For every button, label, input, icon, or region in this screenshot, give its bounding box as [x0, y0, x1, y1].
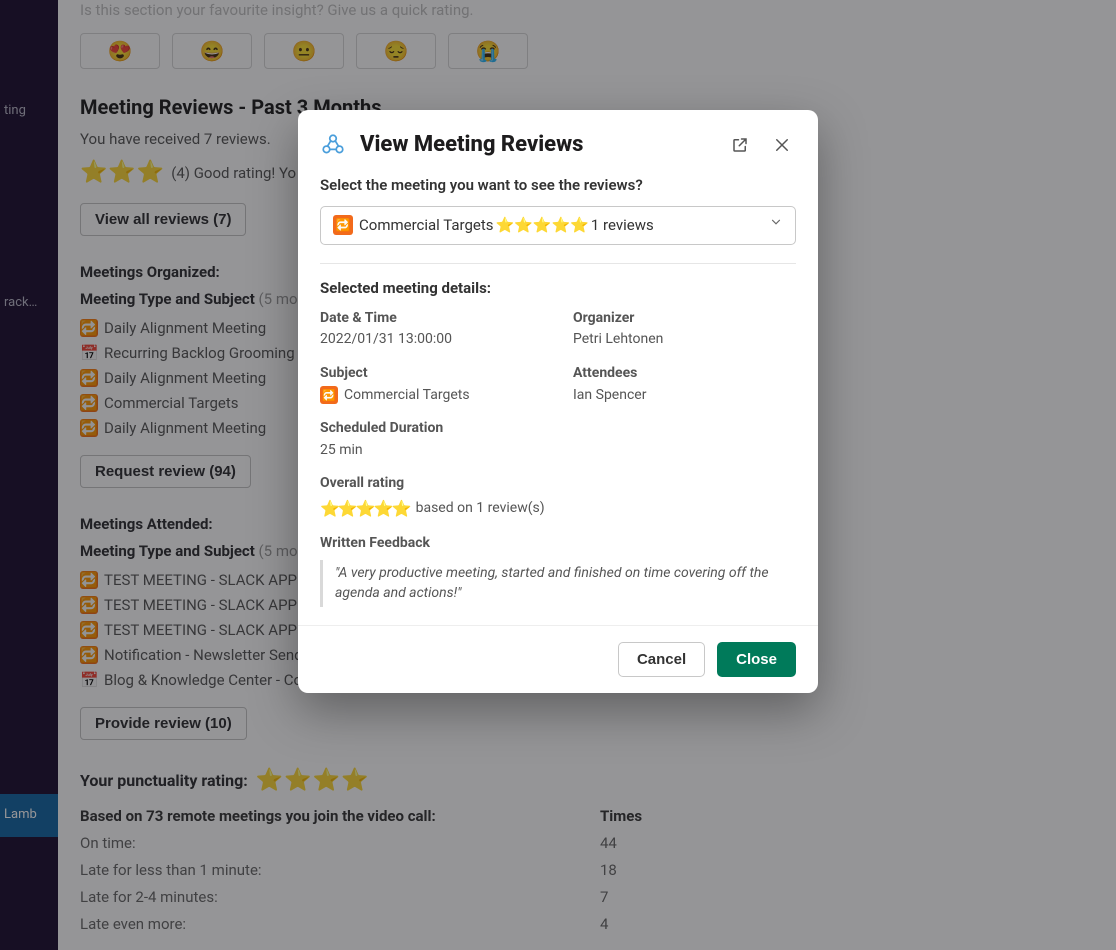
recurring-icon: 🔁: [333, 215, 353, 235]
selected-details-heading: Selected meeting details:: [320, 278, 796, 299]
cancel-button[interactable]: Cancel: [618, 642, 705, 677]
feedback-label: Written Feedback: [320, 534, 796, 554]
app-logo-icon: [320, 132, 346, 158]
close-button[interactable]: Close: [717, 642, 796, 677]
modal-overlay[interactable]: View Meeting Reviews Select the meeting …: [0, 0, 1116, 950]
subject-value: 🔁 Commercial Targets: [320, 386, 543, 406]
overall-rating-text: based on 1 review(s): [416, 499, 545, 519]
subject-label: Subject: [320, 364, 543, 384]
organizer-label: Organizer: [573, 309, 796, 329]
feedback-quote: "A very productive meeting, started and …: [320, 560, 796, 607]
attendees-value: Ian Spencer: [573, 386, 796, 406]
organizer-value: Petri Lehtonen: [573, 330, 796, 350]
date-time-label: Date & Time: [320, 309, 543, 329]
close-icon[interactable]: [768, 131, 796, 159]
divider: [320, 263, 796, 264]
view-meeting-reviews-modal: View Meeting Reviews Select the meeting …: [298, 110, 818, 693]
overall-rating-label: Overall rating: [320, 474, 796, 494]
open-external-icon[interactable]: [726, 131, 754, 159]
duration-label: Scheduled Duration: [320, 419, 796, 439]
chevron-down-icon: [769, 215, 783, 235]
select-prompt: Select the meeting you want to see the r…: [320, 175, 796, 196]
date-time-value: 2022/01/31 13:00:00: [320, 330, 543, 350]
selected-meeting-reviews: 1 reviews: [591, 215, 654, 236]
star-icon: ⭐⭐⭐⭐⭐: [320, 498, 410, 520]
modal-title: View Meeting Reviews: [360, 130, 712, 161]
duration-value: 25 min: [320, 441, 796, 461]
attendees-label: Attendees: [573, 364, 796, 384]
meeting-select[interactable]: 🔁 Commercial Targets ⭐⭐⭐⭐⭐ 1 reviews: [320, 206, 796, 245]
recurring-icon: 🔁: [320, 386, 338, 404]
star-icon: ⭐⭐⭐⭐⭐: [496, 215, 589, 236]
selected-meeting-name: Commercial Targets: [359, 215, 494, 236]
